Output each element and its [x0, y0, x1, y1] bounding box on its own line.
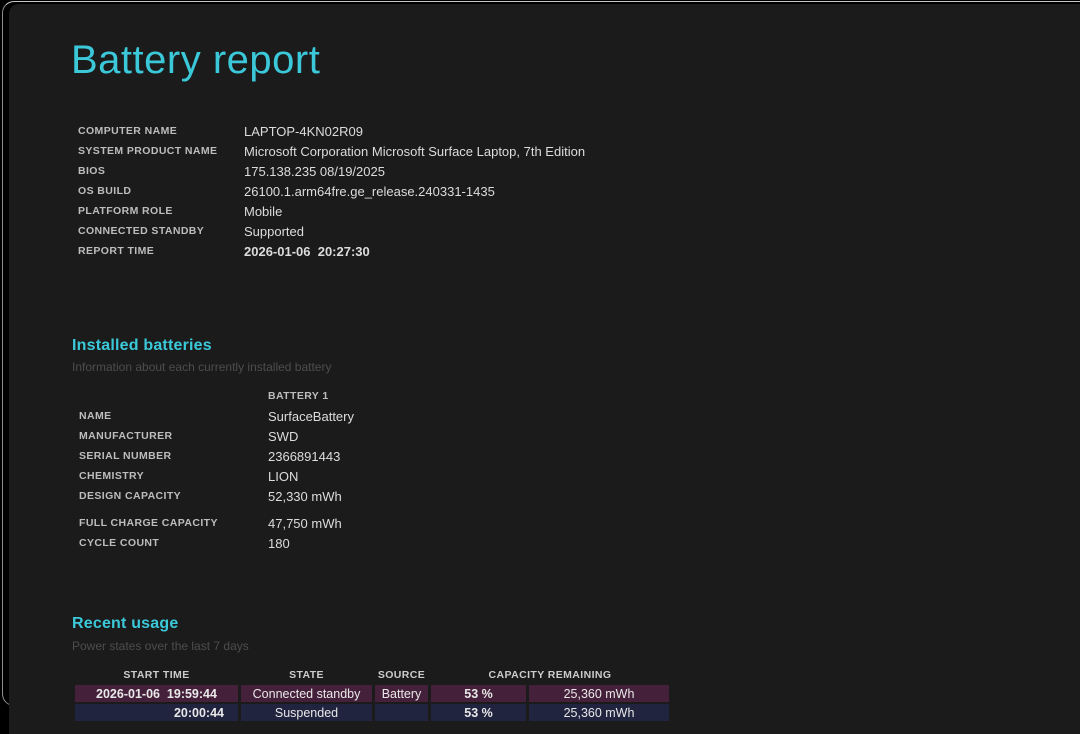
- system-info-row: PLATFORM ROLE Mobile: [78, 201, 585, 221]
- usage-cell-percent: 53 %: [431, 704, 526, 721]
- battery-info-label: CHEMISTRY: [79, 470, 268, 482]
- usage-cell-start-time: 2026-01-06 19:59:44: [75, 685, 238, 702]
- system-info-row: REPORT TIME 2026-01-06 20:27:30: [78, 241, 585, 261]
- battery-info-label: NAME: [79, 410, 268, 422]
- system-info-row: OS BUILD 26100.1.arm64fre.ge_release.240…: [78, 181, 585, 201]
- battery-info-value: LION: [268, 469, 298, 484]
- system-info-value: Microsoft Corporation Microsoft Surface …: [244, 144, 585, 159]
- system-info-row: SYSTEM PRODUCT NAME Microsoft Corporatio…: [78, 141, 585, 161]
- battery-info-row: FULL CHARGE CAPACITY 47,750 mWh: [79, 513, 342, 533]
- battery-column-header: BATTERY 1: [268, 390, 329, 402]
- usage-header-state: STATE: [241, 669, 372, 681]
- section-heading-recent-usage: Recent usage: [72, 615, 178, 633]
- system-info-row: COMPUTER NAME LAPTOP-4KN02R09: [78, 121, 585, 141]
- battery-info-value: 180: [268, 536, 290, 551]
- usage-header-start-time: START TIME: [75, 669, 238, 681]
- battery-info-row: CHEMISTRY LION: [79, 466, 354, 486]
- section-subtitle-recent-usage: Power states over the last 7 days: [72, 639, 249, 653]
- system-info-label: COMPUTER NAME: [78, 125, 244, 137]
- section-heading-installed-batteries: Installed batteries: [72, 337, 212, 355]
- battery-info-table-2: FULL CHARGE CAPACITY 47,750 mWh CYCLE CO…: [79, 513, 342, 553]
- usage-row: 20:00:44 Suspended 53 % 25,360 mWh: [75, 704, 669, 721]
- system-info-value: 26100.1.arm64fre.ge_release.240331-1435: [244, 184, 495, 199]
- usage-header-source: SOURCE: [375, 669, 428, 681]
- usage-cell-state: Connected standby: [241, 685, 372, 702]
- battery-info-label: CYCLE COUNT: [79, 537, 268, 549]
- battery-info-label: DESIGN CAPACITY: [79, 490, 268, 502]
- battery-info-value: SWD: [268, 429, 298, 444]
- battery-info-row: MANUFACTURER SWD: [79, 426, 354, 446]
- system-info-label: CONNECTED STANDBY: [78, 225, 244, 237]
- recent-usage-table: START TIME STATE SOURCE CAPACITY REMAINI…: [75, 667, 669, 721]
- section-subtitle-installed-batteries: Information about each currently install…: [72, 360, 331, 374]
- battery-info-row: CYCLE COUNT 180: [79, 533, 342, 553]
- system-info-value: LAPTOP-4KN02R09: [244, 124, 363, 139]
- battery-info-table: NAME SurfaceBattery MANUFACTURER SWD SER…: [79, 406, 354, 506]
- usage-cell-mwh: 25,360 mWh: [529, 685, 669, 702]
- usage-cell-state: Suspended: [241, 704, 372, 721]
- system-info-label: SYSTEM PRODUCT NAME: [78, 145, 244, 157]
- system-info-row: BIOS 175.138.235 08/19/2025: [78, 161, 585, 181]
- battery-info-row: SERIAL NUMBER 2366891443: [79, 446, 354, 466]
- battery-info-value: 2366891443: [268, 449, 340, 464]
- system-info-table: COMPUTER NAME LAPTOP-4KN02R09 SYSTEM PRO…: [78, 121, 585, 261]
- battery-info-label: SERIAL NUMBER: [79, 450, 268, 462]
- system-info-value: 2026-01-06 20:27:30: [244, 244, 370, 259]
- system-info-label: REPORT TIME: [78, 245, 244, 257]
- system-info-value: Supported: [244, 224, 304, 239]
- usage-cell-percent: 53 %: [431, 685, 526, 702]
- usage-cell-mwh: 25,360 mWh: [529, 704, 669, 721]
- usage-cell-start-time: 20:00:44: [75, 704, 238, 721]
- system-info-value: Mobile: [244, 204, 282, 219]
- system-info-value: 175.138.235 08/19/2025: [244, 164, 385, 179]
- usage-row: 2026-01-06 19:59:44 Connected standby Ba…: [75, 685, 669, 702]
- system-info-label: BIOS: [78, 165, 244, 177]
- battery-info-row: DESIGN CAPACITY 52,330 mWh: [79, 486, 354, 506]
- usage-cell-source: [375, 704, 428, 721]
- usage-table-header-row: START TIME STATE SOURCE CAPACITY REMAINI…: [75, 667, 669, 683]
- system-info-label: PLATFORM ROLE: [78, 205, 244, 217]
- battery-info-value: SurfaceBattery: [268, 409, 354, 424]
- battery-info-value: 52,330 mWh: [268, 489, 342, 504]
- system-info-row: CONNECTED STANDBY Supported: [78, 221, 585, 241]
- battery-info-value: 47,750 mWh: [268, 516, 342, 531]
- usage-header-capacity-remaining: CAPACITY REMAINING: [431, 669, 669, 681]
- usage-cell-source: Battery: [375, 685, 428, 702]
- report-content: Battery report COMPUTER NAME LAPTOP-4KN0…: [0, 0, 1080, 711]
- system-info-label: OS BUILD: [78, 185, 244, 197]
- page-title: Battery report: [71, 38, 320, 83]
- battery-info-label: FULL CHARGE CAPACITY: [79, 517, 268, 529]
- battery-info-row: NAME SurfaceBattery: [79, 406, 354, 426]
- battery-info-label: MANUFACTURER: [79, 430, 268, 442]
